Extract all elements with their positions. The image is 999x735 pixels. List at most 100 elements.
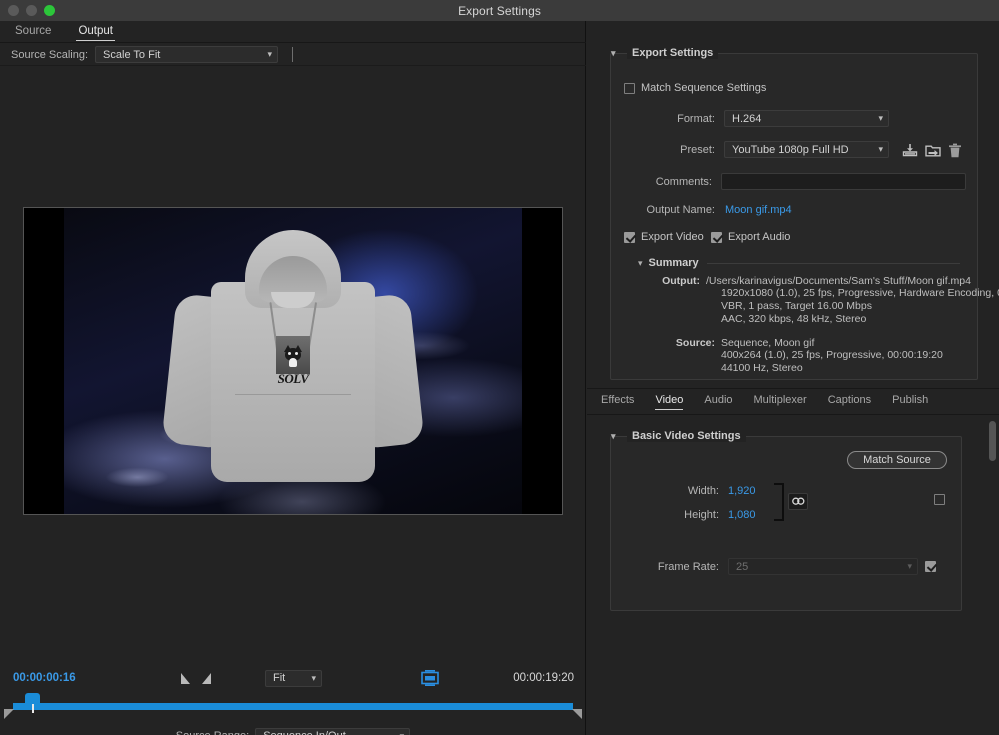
summary-header[interactable]: ▾ Summary [638, 257, 960, 269]
playhead[interactable] [25, 693, 40, 713]
disclosure-triangle-icon[interactable]: ▾ [611, 431, 616, 442]
summary-output-line-3: AAC, 320 kbps, 48 kHz, Stereo [721, 313, 867, 325]
tab-output[interactable]: Output [76, 23, 115, 41]
preset-label: Preset: [680, 143, 715, 156]
preview-tabs: Source Output [0, 21, 586, 43]
source-scaling-label: Source Scaling: [11, 48, 89, 61]
preset-select[interactable]: YouTube 1080p Full HD ▾ [724, 141, 889, 158]
tab-effects[interactable]: Effects [601, 394, 634, 409]
disclosure-triangle-icon[interactable]: ▾ [611, 48, 616, 59]
source-scaling-row: Source Scaling: Scale To Fit ▾ [0, 44, 586, 66]
settings-scroll-area[interactable]: ▾ Export Settings Match Sequence Setting… [587, 21, 999, 611]
source-scaling-value: Scale To Fit [103, 48, 161, 61]
comments-input[interactable] [720, 173, 966, 190]
basic-video-group-title: ▾ Basic Video Settings [611, 430, 746, 442]
summary-output-row: Output: /Users/karinavigus/Documents/Sam… [611, 275, 971, 287]
title-bar: Export Settings [0, 0, 999, 21]
duration-timecode: 00:00:19:20 [513, 672, 574, 684]
comments-label: Comments: [655, 175, 712, 188]
format-row: Format: H.264 ▾ [611, 110, 966, 127]
settings-scrollbar[interactable] [989, 421, 996, 461]
height-label: Height: [684, 509, 719, 521]
summary-output-line-1: 1920x1080 (1.0), 25 fps, Progressive, Ha… [721, 287, 999, 299]
cat-eye-left-icon [288, 352, 291, 355]
source-range-row: Source Range: Sequence In/Out ▾ [0, 724, 586, 735]
tab-audio[interactable]: Audio [704, 394, 732, 409]
in-point-icon[interactable] [181, 672, 190, 684]
toolbar-divider [292, 47, 294, 62]
window-title: Export Settings [458, 3, 541, 18]
match-sequence-settings-row[interactable]: Match Sequence Settings [624, 82, 766, 94]
chevron-down-icon: ▾ [878, 144, 883, 154]
zoom-level-value: Fit [273, 672, 286, 684]
video-preview[interactable]: SOLV [23, 207, 563, 515]
export-audio-row[interactable]: Export Audio [711, 231, 790, 243]
out-point-icon[interactable] [202, 672, 211, 684]
preset-row: Preset: YouTube 1080p Full HD ▾ [611, 141, 966, 158]
chain-link-icon [791, 497, 804, 505]
format-value: H.264 [732, 112, 762, 125]
tab-video[interactable]: Video [655, 394, 684, 410]
trash-svg [949, 143, 961, 157]
chevron-down-icon: ▾ [907, 561, 912, 571]
delete-preset-icon[interactable] [948, 143, 964, 157]
frame-rate-override-checkbox[interactable] [925, 561, 936, 572]
current-timecode[interactable]: 00:00:00:16 [13, 672, 76, 684]
tab-multiplexer[interactable]: Multiplexer [754, 394, 807, 409]
summary-output-block: Output: /Users/karinavigus/Documents/Sam… [611, 275, 999, 326]
zoom-level-select[interactable]: Fit ▾ [265, 669, 322, 687]
work-area-start-handle[interactable] [4, 709, 14, 719]
output-name-label: Output Name: [646, 204, 715, 216]
import-preset-svg [925, 145, 941, 156]
height-value[interactable]: 1,080 [728, 509, 756, 521]
match-sequence-settings-checkbox[interactable] [624, 82, 635, 94]
brand-text: SOLV [277, 371, 309, 386]
cat-icon [283, 345, 303, 367]
format-select[interactable]: H.264 ▾ [724, 110, 889, 127]
scrub-track-filled[interactable] [13, 703, 573, 710]
summary-source-line-2: 44100 Hz, Stereo [721, 362, 803, 374]
source-range-value: Sequence In/Out [263, 730, 346, 735]
width-value[interactable]: 1,920 [728, 485, 756, 497]
pillarbox-right [522, 208, 562, 514]
summary-title: Summary [648, 257, 699, 269]
summary-source-key: Source: [675, 337, 715, 349]
output-name-row: Output Name: Moon gif.mp4 [611, 204, 966, 216]
tab-publish[interactable]: Publish [892, 394, 928, 409]
comments-row: Comments: [611, 173, 966, 190]
output-name-link[interactable]: Moon gif.mp4 [725, 204, 792, 216]
source-scaling-select[interactable]: Scale To Fit ▾ [95, 46, 279, 63]
source-range-select[interactable]: Sequence In/Out ▾ [255, 727, 411, 735]
export-video-checkbox[interactable] [624, 231, 635, 243]
summary-source-line-1: 400x264 (1.0), 25 fps, Progressive, 00:0… [721, 349, 943, 361]
summary-disclosure-icon[interactable]: ▾ [638, 258, 643, 269]
frame-rate-label: Frame Rate: [657, 560, 719, 573]
tab-source[interactable]: Source [13, 23, 53, 40]
basic-video-settings-group: ▾ Basic Video Settings Match Source Widt… [610, 430, 963, 611]
summary-source-line-0: Sequence, Moon gif [721, 337, 815, 349]
save-preset-svg [902, 143, 918, 156]
import-preset-icon[interactable] [925, 143, 941, 157]
summary-divider [706, 262, 960, 264]
tab-captions[interactable]: Captions [828, 394, 871, 409]
frame-rate-row: Frame Rate: 25 ▾ [611, 558, 963, 575]
source-range-label: Source Range: [176, 730, 249, 735]
source-range-icon[interactable] [421, 670, 439, 686]
cat-eye-right-icon [295, 352, 298, 355]
settings-tabs: Effects Video Audio Multiplexer Captions… [587, 388, 999, 415]
aspect-lock-checkbox[interactable] [934, 494, 945, 505]
export-video-label: Export Video [641, 231, 704, 243]
frame-rate-select[interactable]: 25 ▾ [728, 558, 918, 575]
export-audio-checkbox[interactable] [711, 231, 722, 243]
match-source-button[interactable]: Match Source [847, 451, 947, 469]
save-preset-icon[interactable] [902, 143, 918, 157]
playback-toolbar: 00:00:00:16 Fit ▾ 00:00:19:20 [0, 665, 586, 691]
scrub-bar[interactable] [0, 693, 586, 721]
export-video-row[interactable]: Export Video [624, 231, 704, 243]
work-area-end-handle[interactable] [572, 709, 582, 719]
link-aspect-ratio-button[interactable] [788, 493, 808, 510]
frame-rate-value: 25 [736, 560, 749, 573]
match-sequence-settings-label: Match Sequence Settings [641, 82, 767, 94]
summary-output-line-2: VBR, 1 pass, Target 16.00 Mbps [721, 300, 872, 312]
basic-video-group-label: Basic Video Settings [632, 430, 741, 442]
